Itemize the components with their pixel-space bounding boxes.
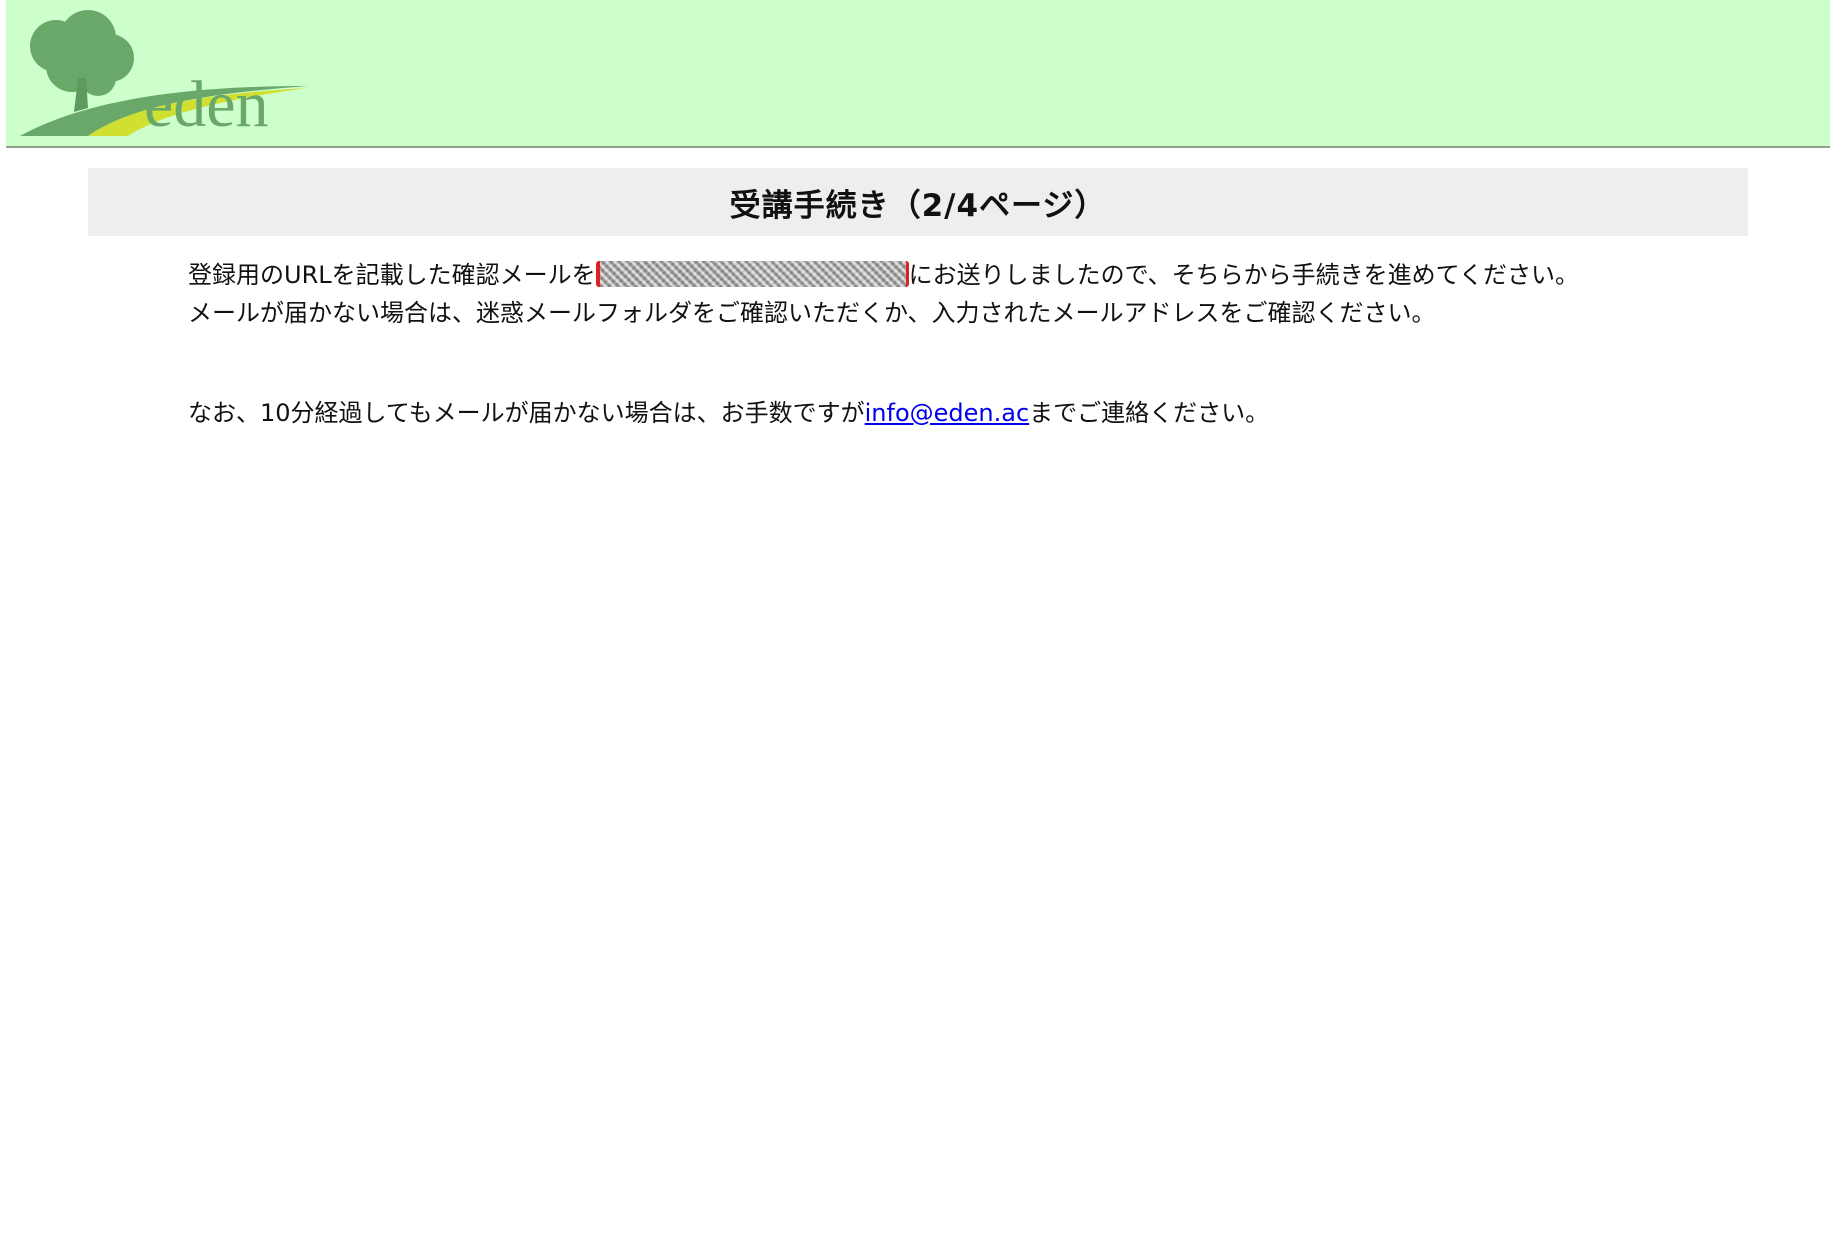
contact-text-before-link: なお、10分経過してもメールが届かない場合は、お手数ですが <box>188 399 865 427</box>
message-text-after-email: にお送りしましたので、そちらから手続きを進めてください。 <box>908 261 1579 289</box>
site-header: eden <box>6 0 1830 148</box>
logo-text: eden <box>144 68 269 141</box>
spam-folder-notice: メールが届かない場合は、迷惑メールフォルダをご確認いただくか、入力されたメールア… <box>188 299 1436 327</box>
page-title-band: 受講手続き（2/4ページ） <box>88 168 1748 236</box>
contact-email-link[interactable]: info@eden.ac <box>865 399 1030 427</box>
message-content: 登録用のURLを記載した確認メールを にお送りしましたので、そちらから手続きを進め… <box>188 256 1748 432</box>
eden-logo[interactable]: eden <box>18 8 318 144</box>
confirmation-message-line: 登録用のURLを記載した確認メールを にお送りしましたので、そちらから手続きを進め… <box>188 256 1748 294</box>
contact-text-after-link: までご連絡ください。 <box>1029 399 1270 427</box>
redacted-email-address <box>595 261 909 287</box>
page: eden 受講手続き（2/4ページ） 登録用のURLを記載した確認メールを にお送… <box>0 0 1834 1238</box>
page-title: 受講手続き（2/4ページ） <box>729 187 1107 224</box>
contact-notice-line: なお、10分経過してもメールが届かない場合は、お手数ですがinfo@eden.a… <box>188 394 1748 432</box>
message-text-before-email: 登録用のURLを記載した確認メールを <box>188 261 596 289</box>
